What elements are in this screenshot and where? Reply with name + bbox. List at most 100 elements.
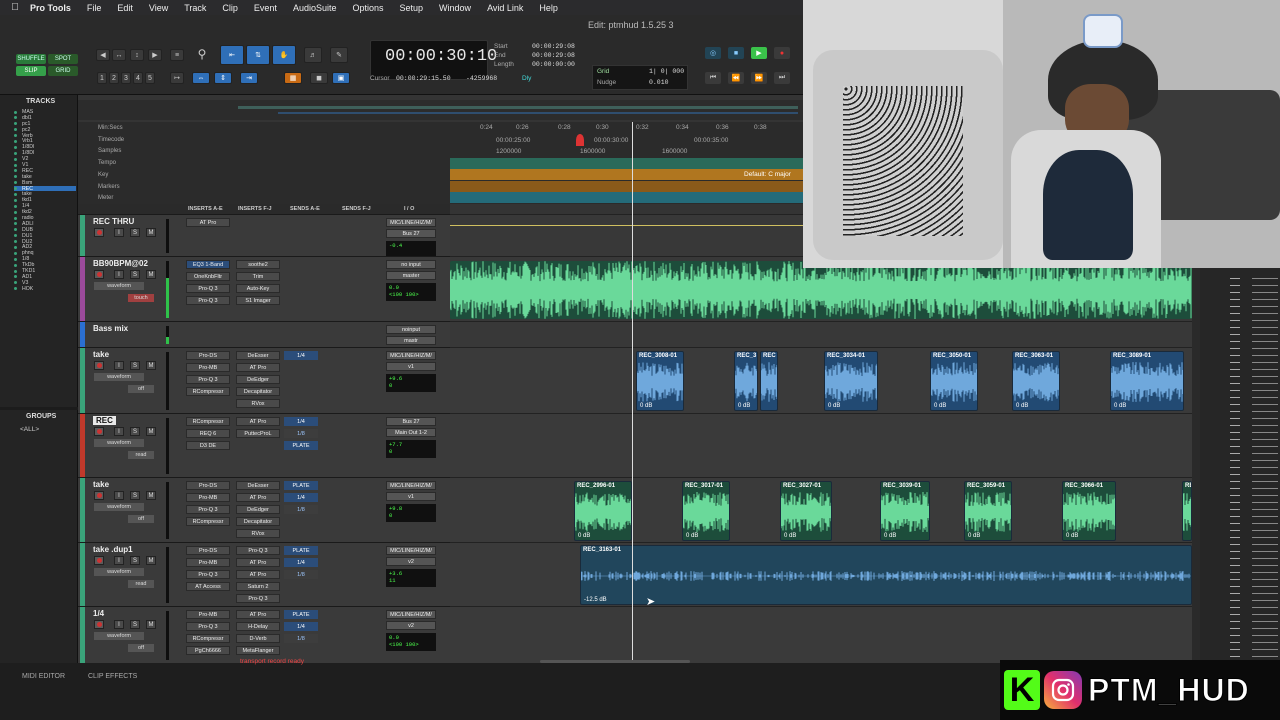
insert-slot[interactable]: S1 Imager bbox=[236, 296, 280, 305]
send-slot[interactable]: 1/8 bbox=[284, 570, 318, 579]
send-slot[interactable]: PLATE bbox=[284, 546, 318, 555]
input-selector[interactable]: MIC/LINE/HIZ/M/ bbox=[386, 546, 436, 555]
insert-slot[interactable]: Auto-Key bbox=[236, 284, 280, 293]
zoom-in-icon[interactable]: ▶ bbox=[148, 49, 162, 61]
record-arm-button[interactable] bbox=[94, 556, 104, 565]
grid-value[interactable]: 1| 0| 000 bbox=[649, 68, 684, 75]
solo-button[interactable]: S bbox=[130, 427, 140, 436]
mute-button[interactable]: M bbox=[146, 361, 156, 370]
beat-clip[interactable] bbox=[450, 261, 1192, 319]
insert-slot[interactable]: Pro-DS bbox=[186, 351, 230, 360]
output-selector[interactable]: master bbox=[386, 271, 436, 280]
fast-forward-icon[interactable]: ⏩ bbox=[751, 72, 767, 84]
timecode-ruler[interactable]: 00:00:25:00 00:00:30:00 00:00:35:00 bbox=[450, 134, 803, 147]
menu-event[interactable]: Event bbox=[246, 3, 285, 13]
lane-rec[interactable] bbox=[450, 413, 1192, 477]
menu-avid-link[interactable]: Avid Link bbox=[479, 3, 531, 13]
input-monitor-button[interactable]: I bbox=[114, 270, 124, 279]
selector-tool-icon[interactable]: ⇅ bbox=[246, 45, 270, 65]
automation-mode-selector[interactable]: off bbox=[128, 385, 154, 393]
input-monitor-button[interactable]: I bbox=[114, 491, 124, 500]
input-monitor-button[interactable]: I bbox=[114, 228, 124, 237]
insert-slot[interactable]: Pro-Q 3 bbox=[186, 284, 230, 293]
mute-button[interactable]: M bbox=[146, 620, 156, 629]
go-to-end-icon[interactable]: ⏭ bbox=[774, 72, 790, 84]
zoom-vertical-icon[interactable]: ↕ bbox=[130, 49, 144, 61]
input-monitor-button[interactable]: I bbox=[114, 361, 124, 370]
zoom-preset-3[interactable]: 3 bbox=[121, 72, 131, 84]
zoom-preset-5[interactable]: 5 bbox=[145, 72, 155, 84]
insert-slot[interactable]: Saturn 2 bbox=[236, 582, 280, 591]
solo-button[interactable]: S bbox=[130, 361, 140, 370]
menu-window[interactable]: Window bbox=[431, 3, 479, 13]
vol-pan-display[interactable]: +3.6 11 bbox=[386, 569, 436, 587]
send-slot[interactable]: 1/4 bbox=[284, 493, 318, 502]
track-view-selector[interactable]: waveform bbox=[94, 503, 144, 511]
menu-track[interactable]: Track bbox=[176, 3, 214, 13]
lane-quarter[interactable] bbox=[450, 606, 1192, 663]
send-slot[interactable]: PLATE bbox=[284, 610, 318, 619]
lane-take[interactable]: REC_3008-01 0 dB REC_3 0 dB REC REC_3034-01 0 … bbox=[450, 347, 1192, 413]
track-header[interactable]: REC I S Mwaveform read RCompressr REQ 6 D3 DE AT… bbox=[78, 413, 450, 477]
spot-mode-button[interactable]: SPOT bbox=[48, 54, 78, 64]
send-slot[interactable]: PLATE bbox=[284, 441, 318, 450]
vertical-scrollbar[interactable] bbox=[1192, 268, 1200, 663]
mute-button[interactable]: M bbox=[146, 556, 156, 565]
automation-mode-selector[interactable]: read bbox=[128, 580, 154, 588]
insert-slot[interactable]: RCompressr bbox=[186, 417, 230, 426]
insert-slot[interactable]: Decapitator bbox=[236, 387, 280, 396]
insert-slot[interactable]: PgCh6666 bbox=[186, 646, 230, 655]
audio-clip[interactable]: REC_3008-01 0 dB bbox=[636, 351, 684, 411]
insert-slot[interactable]: Pro-MB bbox=[186, 610, 230, 619]
record-arm-button[interactable] bbox=[94, 270, 104, 279]
track-name[interactable]: take .dup1 bbox=[93, 545, 133, 554]
zoom-preset-4[interactable]: 4 bbox=[133, 72, 143, 84]
record-arm-button[interactable] bbox=[94, 427, 104, 436]
record-arm-button[interactable] bbox=[94, 491, 104, 500]
track-view-selector[interactable]: waveform bbox=[94, 373, 144, 381]
lane-take-dup[interactable]: REC_3163-01 -12.5 dB bbox=[450, 542, 1192, 606]
output-selector[interactable]: Bus 27 bbox=[386, 229, 436, 238]
audio-clip[interactable]: REC_3039-01 0 dB bbox=[880, 481, 930, 541]
send-slot[interactable]: 1/8 bbox=[284, 505, 318, 514]
automation-mode-selector[interactable]: read bbox=[128, 451, 154, 459]
automation-mode-selector[interactable]: touch bbox=[128, 294, 154, 302]
output-selector[interactable]: v2 bbox=[386, 557, 436, 566]
insert-slot[interactable]: Pro-Q 3 bbox=[236, 594, 280, 603]
meter-ruler[interactable] bbox=[450, 192, 803, 203]
input-monitor-button[interactable]: I bbox=[114, 427, 124, 436]
minsecs-ruler[interactable]: 0:24 0:26 0:28 0:30 0:32 0:34 0:36 0:38 bbox=[450, 124, 803, 135]
insert-slot[interactable]: H-Delay bbox=[236, 622, 280, 631]
universe-overview[interactable] bbox=[78, 100, 803, 120]
mute-button[interactable]: M bbox=[146, 491, 156, 500]
start-value[interactable]: 00:00:29:08 bbox=[532, 43, 575, 50]
send-slot[interactable]: PLATE bbox=[284, 481, 318, 490]
track-name[interactable]: Bass mix bbox=[93, 324, 128, 333]
insert-slot[interactable]: Pro-MB bbox=[186, 558, 230, 567]
track-list-item[interactable]: HOK bbox=[14, 286, 76, 292]
return-to-zero-icon[interactable]: ⏮ bbox=[705, 72, 721, 84]
grid-mode-button[interactable]: GRID bbox=[48, 66, 78, 76]
insert-slot[interactable]: DeEsser bbox=[236, 481, 280, 490]
menu-help[interactable]: Help bbox=[531, 3, 566, 13]
magnifier-icon[interactable]: ⚲ bbox=[194, 46, 210, 62]
insertion-follows-icon[interactable]: ⇥ bbox=[240, 72, 258, 84]
insert-slot[interactable]: DeEdger bbox=[236, 375, 280, 384]
menu-clip[interactable]: Clip bbox=[214, 3, 246, 13]
link-selection-icon[interactable]: ▣ bbox=[332, 72, 350, 84]
insert-slot[interactable]: Pro-Q 3 bbox=[186, 296, 230, 305]
output-selector[interactable]: Main Out 1-2 bbox=[386, 428, 436, 437]
markers-ruler[interactable] bbox=[450, 181, 803, 192]
audio-clip[interactable]: REC_3059-01 0 dB bbox=[964, 481, 1012, 541]
track-header[interactable]: 1/4 I S Mwaveform off Pro-MB Pro-Q 3 RCompressr… bbox=[78, 606, 450, 663]
track-name[interactable]: BB90BPM@02 bbox=[93, 259, 148, 268]
insert-slot[interactable]: DeEsser bbox=[236, 351, 280, 360]
tab-clip-effects[interactable]: CLIP EFFECTS bbox=[88, 673, 137, 680]
insert-slot[interactable]: AT Pro bbox=[236, 570, 280, 579]
audio-clip[interactable]: REC_3066-01 0 dB bbox=[1062, 481, 1116, 541]
menu-app-name[interactable]: Pro Tools bbox=[22, 3, 79, 13]
audio-clip[interactable]: RE bbox=[1182, 481, 1192, 541]
main-counter[interactable]: 00:00:30:10 bbox=[370, 40, 497, 80]
mute-button[interactable]: M bbox=[146, 270, 156, 279]
nudge-label[interactable]: Nudge bbox=[597, 79, 616, 86]
